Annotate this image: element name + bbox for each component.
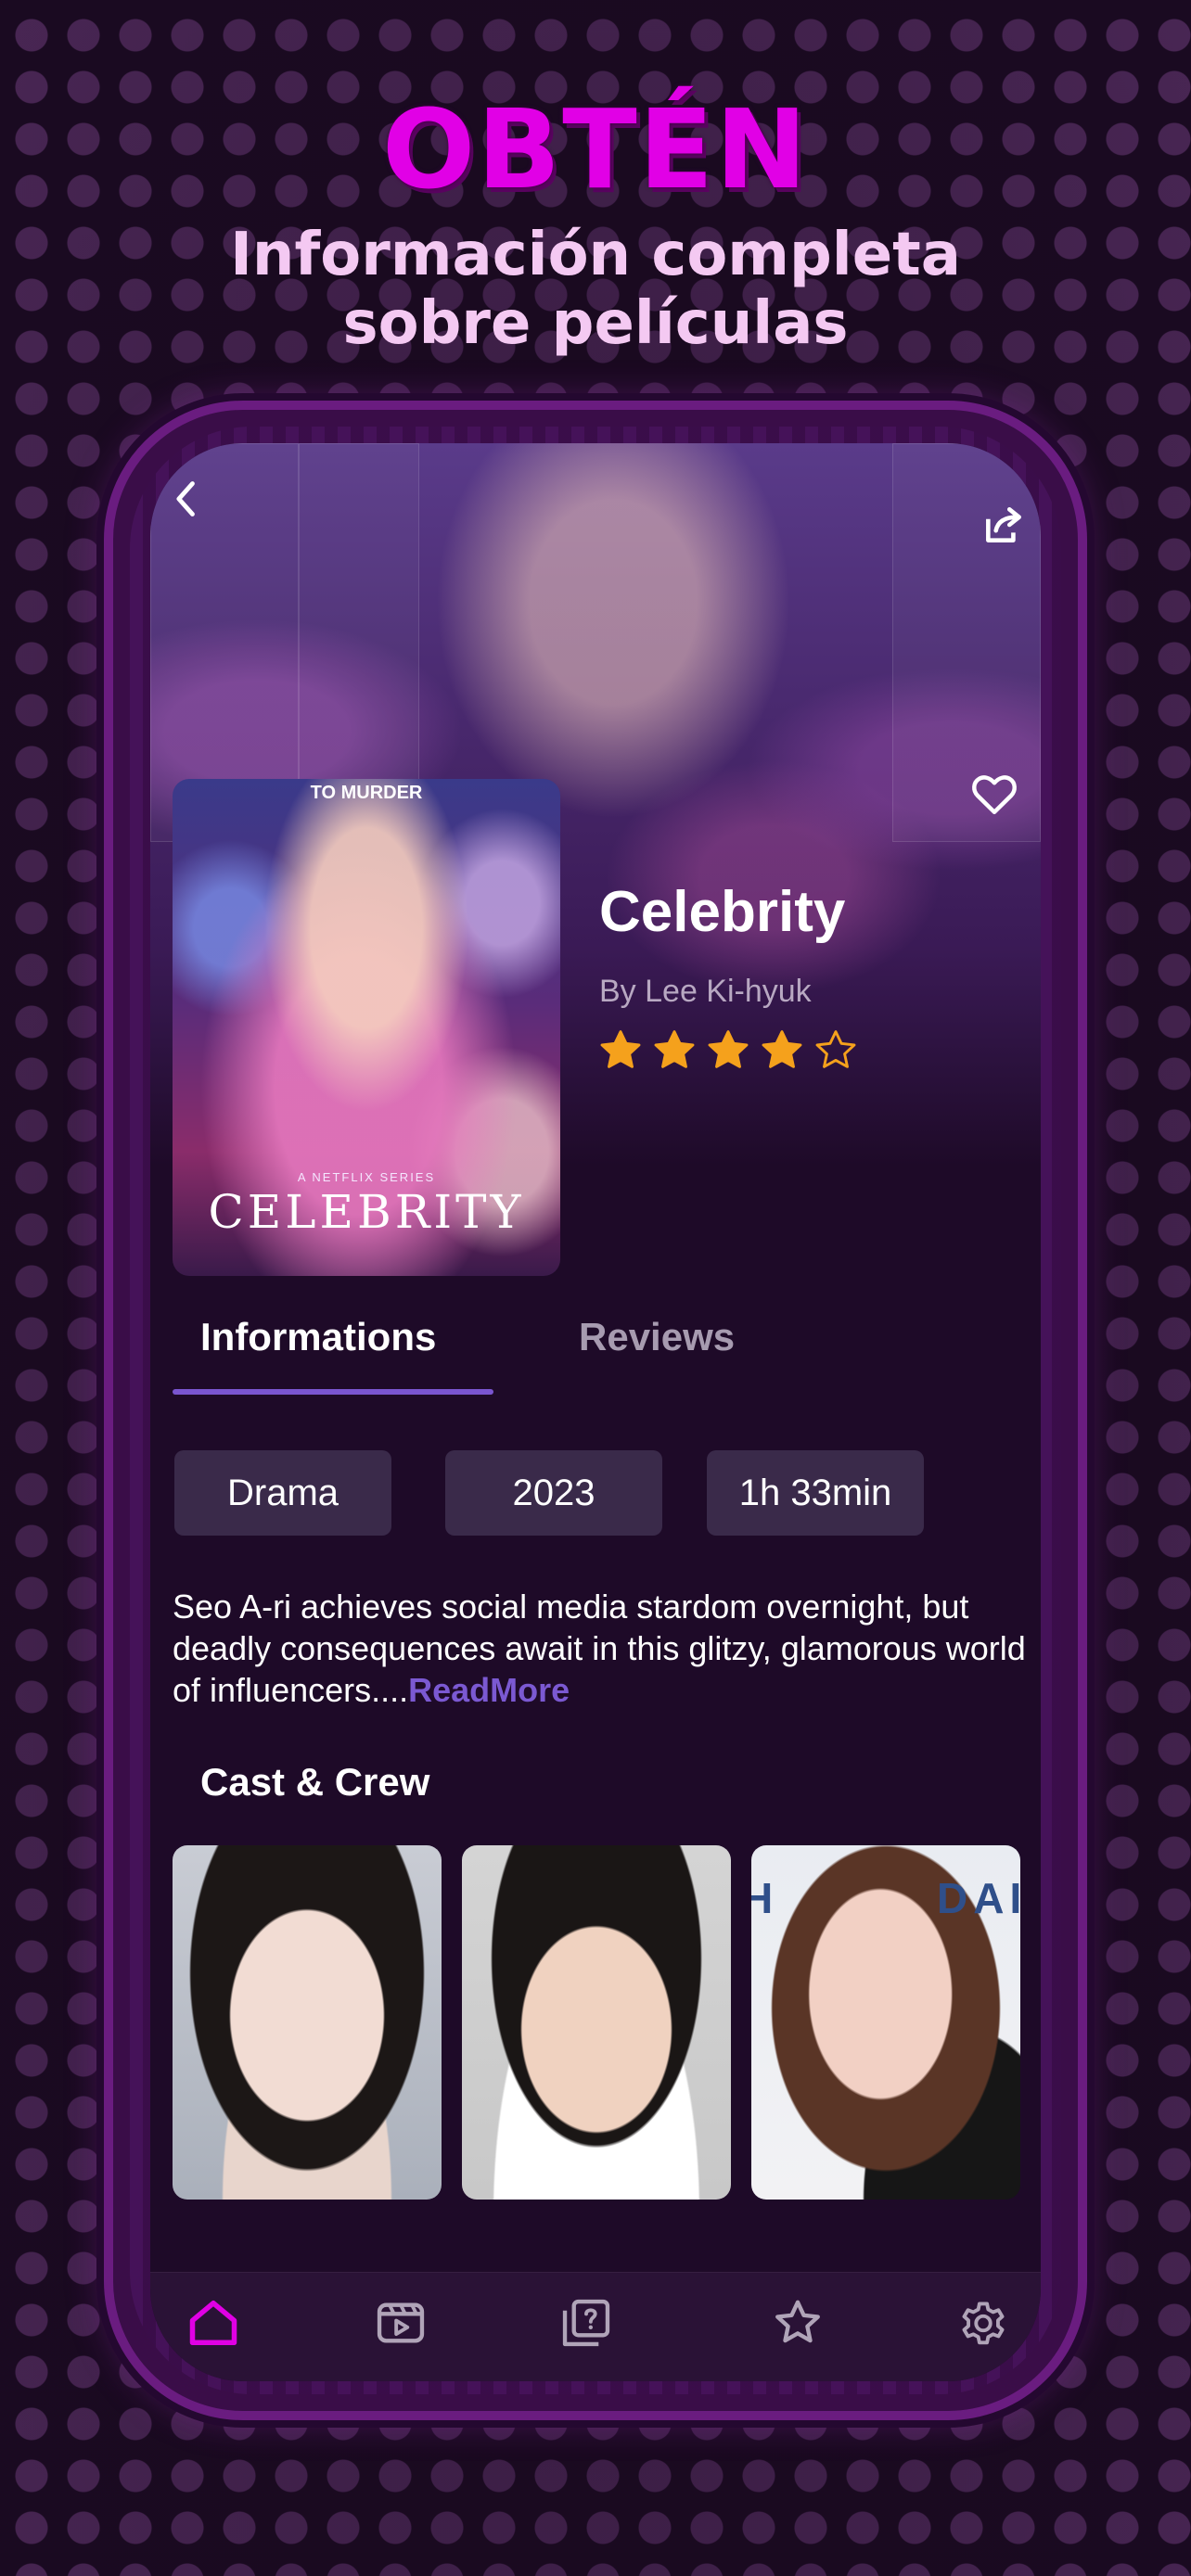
quiz-icon bbox=[562, 2299, 610, 2347]
poster-series-text: A NETFLIX SERIES bbox=[297, 1170, 436, 1184]
cast-member-card[interactable] bbox=[462, 1845, 731, 2200]
movies-icon bbox=[377, 2302, 425, 2343]
share-icon bbox=[986, 507, 1021, 542]
star-empty-icon bbox=[815, 1030, 856, 1068]
cast-member-card[interactable]: H DAI bbox=[751, 1845, 1020, 2200]
heart-icon bbox=[972, 775, 1017, 815]
promo-subline-2: sobre películas bbox=[342, 289, 849, 358]
promo-headline: OBTÉN bbox=[381, 85, 810, 213]
home-icon bbox=[189, 2301, 237, 2345]
synopsis-text: Seo A-ri achieves social media stardom o… bbox=[173, 1588, 1026, 1709]
share-button[interactable] bbox=[976, 497, 1031, 553]
star-filled-icon bbox=[654, 1030, 695, 1068]
movie-poster: TO MURDER A NETFLIX SERIES CELEBRITY bbox=[173, 779, 560, 1276]
poster-top-text: TO MURDER bbox=[310, 783, 423, 803]
tab-informations[interactable]: Informations bbox=[200, 1315, 436, 1359]
nav-movies-button[interactable] bbox=[371, 2293, 430, 2353]
star-filled-icon bbox=[762, 1030, 802, 1068]
promo-subline-1: Información completa bbox=[230, 221, 961, 289]
movie-title: Celebrity bbox=[599, 880, 846, 944]
genre-chip: Drama bbox=[174, 1450, 391, 1536]
back-button[interactable] bbox=[160, 471, 215, 527]
movie-byline: By Lee Ki-hyuk bbox=[599, 974, 812, 1009]
star-filled-icon bbox=[600, 1030, 641, 1068]
nav-quiz-button[interactable] bbox=[557, 2293, 616, 2353]
synopsis: Seo A-ri achieves social media stardom o… bbox=[173, 1586, 1026, 1711]
app-screen: TO MURDER A NETFLIX SERIES CELEBRITY Cel… bbox=[150, 443, 1041, 2381]
tab-reviews[interactable]: Reviews bbox=[579, 1315, 735, 1359]
star-filled-icon bbox=[708, 1030, 749, 1068]
chevron-left-icon bbox=[176, 481, 195, 516]
nav-favorites-button[interactable] bbox=[768, 2293, 827, 2353]
read-more-link[interactable]: ReadMore bbox=[408, 1671, 570, 1709]
tab-bar: Informations Reviews bbox=[173, 1315, 735, 1380]
year-chip: 2023 bbox=[445, 1450, 662, 1536]
duration-chip: 1h 33min bbox=[707, 1450, 924, 1536]
background-logo-right: DAI bbox=[937, 1874, 1020, 1922]
favorite-button[interactable] bbox=[965, 764, 1024, 823]
cast-section-title: Cast & Crew bbox=[200, 1760, 430, 1804]
nav-settings-button[interactable] bbox=[954, 2293, 1013, 2353]
cast-member-card[interactable] bbox=[173, 1845, 442, 2200]
settings-icon bbox=[962, 2302, 1005, 2345]
bottom-nav bbox=[150, 2272, 1041, 2381]
background-logo-left: H bbox=[751, 1874, 779, 1922]
active-tab-indicator bbox=[173, 1389, 493, 1395]
favorites-icon bbox=[775, 2300, 820, 2343]
poster-title-text: CELEBRITY bbox=[208, 1185, 525, 1239]
nav-home-button[interactable] bbox=[184, 2293, 243, 2353]
rating-stars bbox=[597, 1027, 859, 1074]
